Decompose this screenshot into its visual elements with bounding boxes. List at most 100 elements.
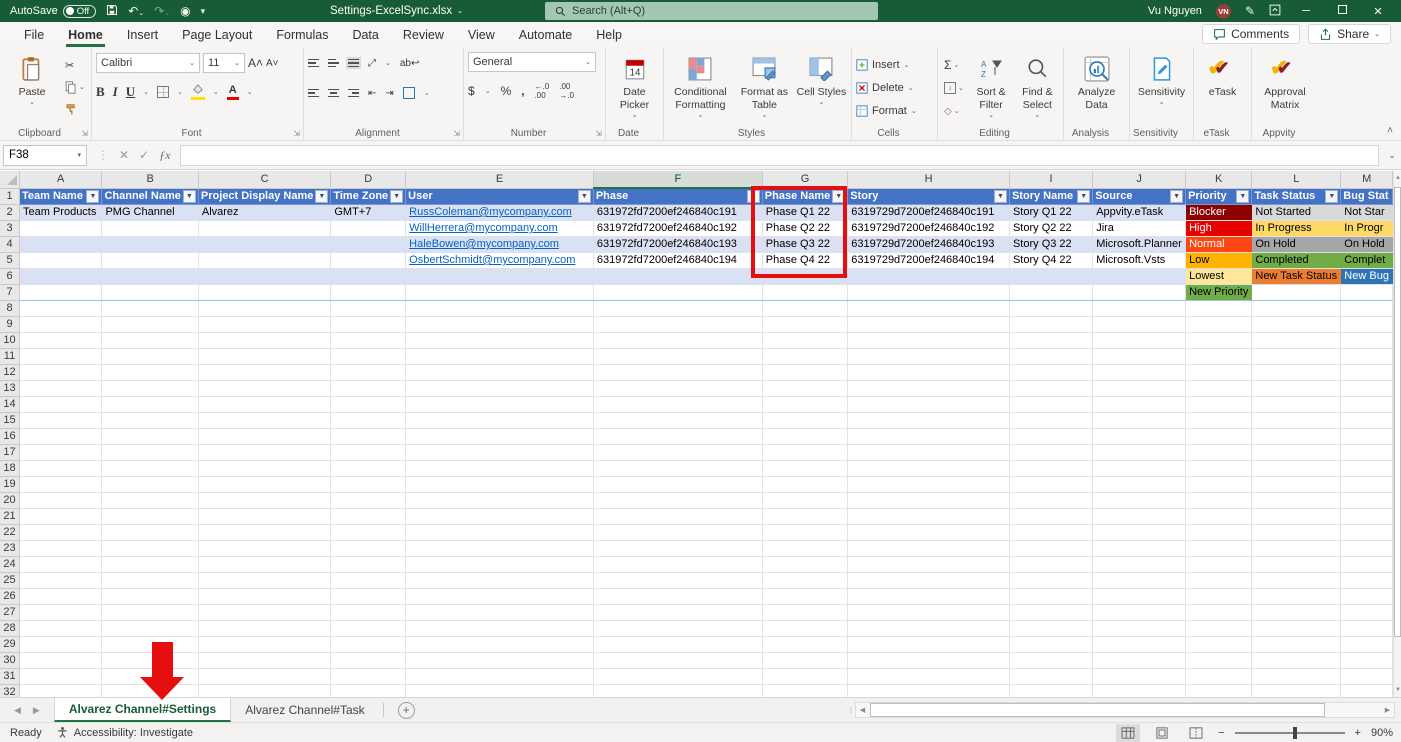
cell-E27[interactable] [406, 604, 594, 620]
cell-K30[interactable] [1186, 652, 1252, 668]
cell-F19[interactable] [593, 476, 762, 492]
menu-tab-formulas[interactable]: Formulas [264, 22, 340, 47]
cell-G28[interactable] [762, 620, 847, 636]
cell-E16[interactable] [406, 428, 594, 444]
cell-L7[interactable] [1252, 284, 1341, 300]
title-dropdown-icon[interactable]: ⌄ [457, 7, 463, 15]
restore-button[interactable] [1331, 5, 1353, 17]
cell-H10[interactable] [848, 332, 1010, 348]
cell-I5[interactable]: Story Q4 22 [1009, 252, 1092, 268]
cell-M6[interactable]: New Bug [1341, 268, 1393, 284]
cell-M28[interactable] [1341, 620, 1393, 636]
cell-F21[interactable] [593, 508, 762, 524]
cell-H30[interactable] [848, 652, 1010, 668]
cell-G15[interactable] [762, 412, 847, 428]
cell-J9[interactable] [1093, 316, 1186, 332]
customize-quick-access-icon[interactable]: ▾ [201, 7, 206, 16]
cell-I9[interactable] [1009, 316, 1092, 332]
fill-color-icon[interactable] [191, 84, 205, 101]
cell-H7[interactable] [848, 284, 1010, 300]
cell-L22[interactable] [1252, 524, 1341, 540]
cell-M11[interactable] [1341, 348, 1393, 364]
cell-L6[interactable]: New Task Status [1252, 268, 1341, 284]
scroll-up-icon[interactable]: ▲ [1394, 171, 1401, 185]
row-header-18[interactable]: 18 [0, 460, 20, 476]
cell-F8[interactable] [593, 300, 762, 316]
cell-L20[interactable] [1252, 492, 1341, 508]
cell-M30[interactable] [1341, 652, 1393, 668]
cell-M13[interactable] [1341, 380, 1393, 396]
cell-B2[interactable]: PMG Channel [102, 204, 198, 220]
filter-icon-J[interactable]: ▼ [1170, 190, 1183, 203]
cell-E28[interactable] [406, 620, 594, 636]
column-header-L[interactable]: L [1252, 171, 1341, 188]
autosum-button[interactable]: Σ⌄ [942, 56, 966, 74]
cell-H15[interactable] [848, 412, 1010, 428]
cell-H13[interactable] [848, 380, 1010, 396]
cell-G31[interactable] [762, 668, 847, 684]
row-header-19[interactable]: 19 [0, 476, 20, 492]
cell-B8[interactable] [102, 300, 198, 316]
cell-D25[interactable] [331, 572, 406, 588]
cell-C8[interactable] [198, 300, 331, 316]
cell-I2[interactable]: Story Q1 22 [1009, 204, 1092, 220]
decrease-font-icon[interactable]: A˅ [266, 58, 279, 69]
italic-button[interactable]: I [113, 84, 118, 100]
row-header-31[interactable]: 31 [0, 668, 20, 684]
cell-G12[interactable] [762, 364, 847, 380]
cell-D12[interactable] [331, 364, 406, 380]
table-header-A[interactable]: Team Name▼ [20, 188, 102, 204]
cell-M10[interactable] [1341, 332, 1393, 348]
cell-A24[interactable] [20, 556, 102, 572]
increase-font-icon[interactable]: A˄ [248, 56, 263, 70]
cell-D29[interactable] [331, 636, 406, 652]
cell-A3[interactable] [20, 220, 102, 236]
cell-M5[interactable]: Complet [1341, 252, 1393, 268]
cell-F22[interactable] [593, 524, 762, 540]
cell-C26[interactable] [198, 588, 331, 604]
cell-D18[interactable] [331, 460, 406, 476]
cell-K18[interactable] [1186, 460, 1252, 476]
cell-M8[interactable] [1341, 300, 1393, 316]
cell-B24[interactable] [102, 556, 198, 572]
save-icon[interactable] [106, 4, 118, 18]
cell-G23[interactable] [762, 540, 847, 556]
cell-J11[interactable] [1093, 348, 1186, 364]
cell-L3[interactable]: In Progress [1252, 220, 1341, 236]
cell-K26[interactable] [1186, 588, 1252, 604]
cell-L8[interactable] [1252, 300, 1341, 316]
cell-E29[interactable] [406, 636, 594, 652]
cell-D2[interactable]: GMT+7 [331, 204, 406, 220]
cell-J21[interactable] [1093, 508, 1186, 524]
cell-K13[interactable] [1186, 380, 1252, 396]
cell-H25[interactable] [848, 572, 1010, 588]
column-header-E[interactable]: E [406, 171, 594, 188]
cell-C30[interactable] [198, 652, 331, 668]
cell-G20[interactable] [762, 492, 847, 508]
cell-A20[interactable] [20, 492, 102, 508]
cell-K16[interactable] [1186, 428, 1252, 444]
cell-M25[interactable] [1341, 572, 1393, 588]
cell-M22[interactable] [1341, 524, 1393, 540]
cell-M9[interactable] [1341, 316, 1393, 332]
cell-E19[interactable] [406, 476, 594, 492]
align-top-icon[interactable] [308, 59, 319, 68]
clipboard-dialog-launcher[interactable]: ⇲ [81, 129, 88, 138]
filter-icon-K[interactable]: ▼ [1236, 190, 1249, 203]
cell-L17[interactable] [1252, 444, 1341, 460]
cell-J8[interactable] [1093, 300, 1186, 316]
filter-icon-F[interactable]: ▼ [747, 190, 760, 203]
cell-G27[interactable] [762, 604, 847, 620]
cell-A22[interactable] [20, 524, 102, 540]
cell-E24[interactable] [406, 556, 594, 572]
cell-M23[interactable] [1341, 540, 1393, 556]
align-center-icon[interactable] [328, 89, 339, 98]
cell-I8[interactable] [1009, 300, 1092, 316]
avatar[interactable]: VN [1216, 4, 1231, 19]
minimize-button[interactable]: ─ [1295, 5, 1317, 17]
cell-B3[interactable] [102, 220, 198, 236]
cell-B9[interactable] [102, 316, 198, 332]
cell-B29[interactable] [102, 636, 198, 652]
accessibility-checker[interactable]: Accessibility: Investigate [56, 726, 193, 739]
row-header-23[interactable]: 23 [0, 540, 20, 556]
